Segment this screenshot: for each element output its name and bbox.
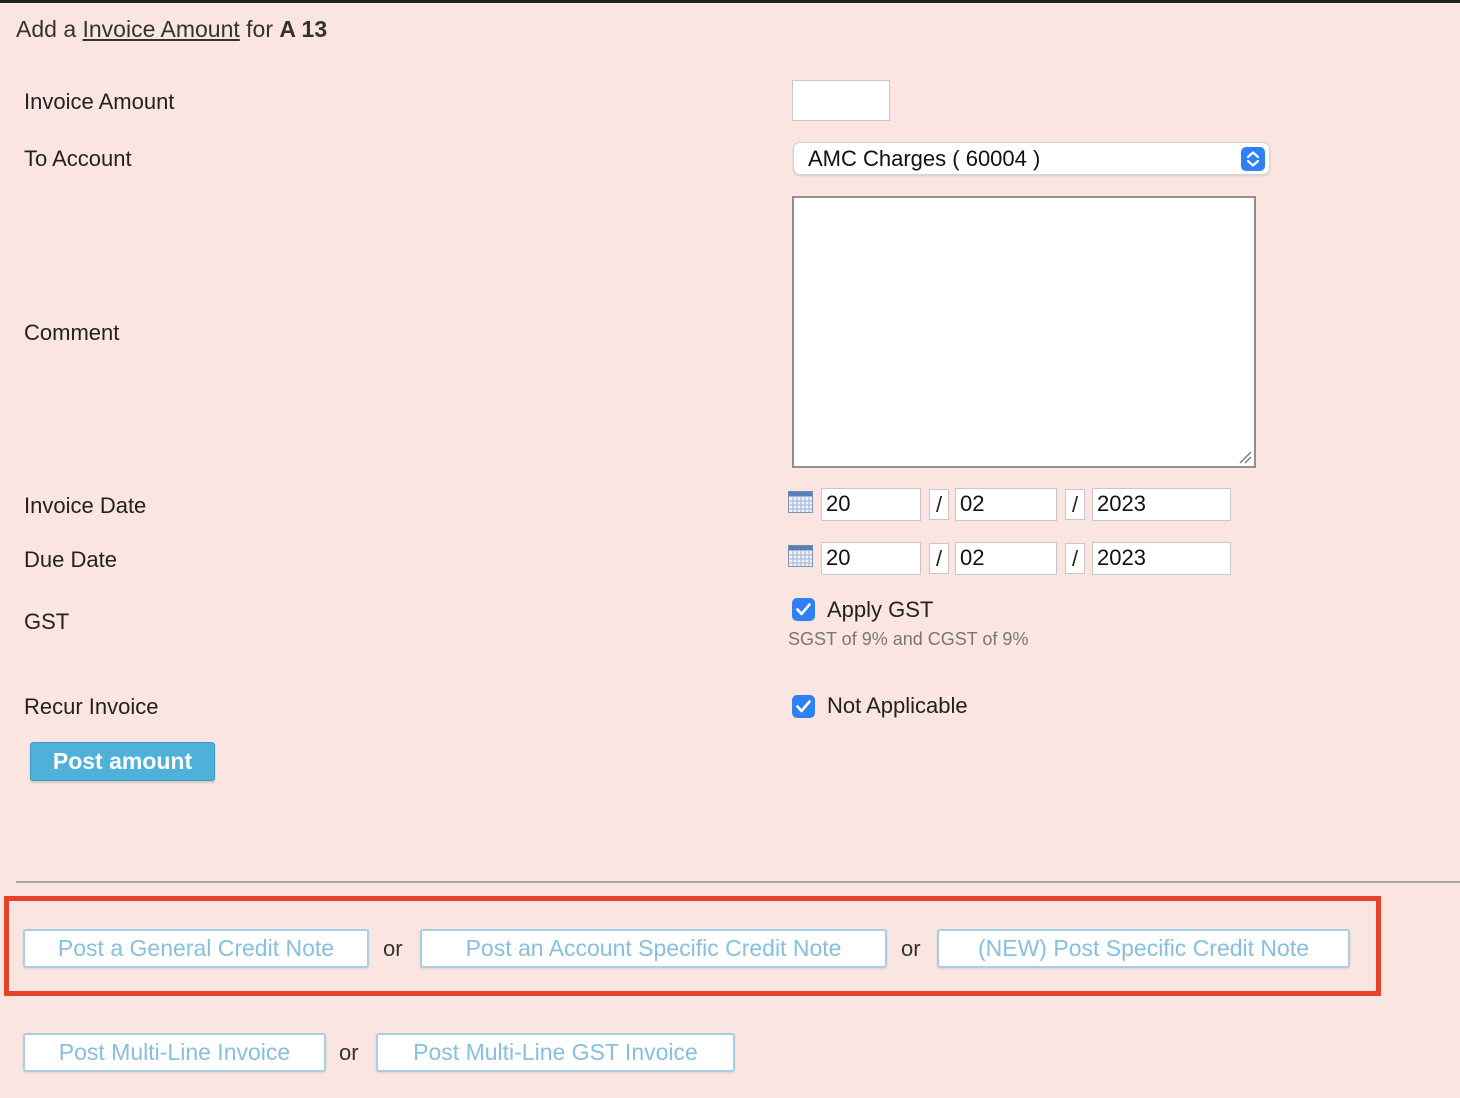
post-multi-line-invoice-button[interactable]: Post Multi-Line Invoice bbox=[23, 1033, 326, 1072]
recur-invoice-label: Recur Invoice bbox=[24, 694, 159, 719]
checkmark-icon bbox=[796, 700, 811, 713]
invoice-amount-input[interactable] bbox=[792, 80, 890, 121]
post-account-specific-credit-note-button[interactable]: Post an Account Specific Credit Note bbox=[420, 929, 887, 968]
invoice-amount-label: Invoice Amount bbox=[24, 89, 175, 114]
heading-link[interactable]: Invoice Amount bbox=[83, 16, 240, 42]
heading-entity: A 13 bbox=[279, 16, 328, 42]
apply-gst-checkbox[interactable] bbox=[792, 598, 815, 621]
resize-grip-icon[interactable] bbox=[1238, 450, 1252, 464]
recur-not-applicable-checkbox[interactable] bbox=[792, 695, 815, 718]
invoice-date-year-input[interactable]: 2023 bbox=[1092, 488, 1231, 521]
or-separator: or bbox=[901, 936, 921, 961]
due-date-label: Due Date bbox=[24, 547, 117, 572]
or-separator: or bbox=[339, 1040, 359, 1065]
to-account-selected: AMC Charges ( 60004 ) bbox=[808, 146, 1041, 171]
due-date-year-input[interactable]: 2023 bbox=[1092, 542, 1231, 575]
heading-prefix: Add a bbox=[16, 16, 77, 42]
heading-middle: for bbox=[246, 16, 273, 42]
due-date-month-input[interactable]: 02 bbox=[955, 542, 1057, 575]
to-account-label: To Account bbox=[24, 146, 132, 171]
gst-note: SGST of 9% and CGST of 9% bbox=[788, 629, 1029, 649]
page-heading: Add a Invoice Amount for A 13 bbox=[16, 16, 327, 43]
due-date-separator: / bbox=[1065, 543, 1085, 574]
select-chevron-icon bbox=[1241, 147, 1265, 171]
or-separator: or bbox=[383, 936, 403, 961]
post-amount-button[interactable]: Post amount bbox=[30, 742, 215, 781]
apply-gst-label[interactable]: Apply GST bbox=[827, 597, 933, 623]
due-date-day-input[interactable]: 20 bbox=[821, 542, 921, 575]
calendar-icon[interactable] bbox=[788, 491, 813, 513]
comment-label: Comment bbox=[24, 320, 120, 345]
gst-label: GST bbox=[24, 609, 70, 634]
comment-textarea[interactable] bbox=[792, 196, 1256, 468]
to-account-select[interactable]: AMC Charges ( 60004 ) bbox=[793, 142, 1270, 175]
recur-not-applicable-label[interactable]: Not Applicable bbox=[827, 693, 968, 719]
checkmark-icon bbox=[796, 603, 811, 616]
invoice-date-separator: / bbox=[929, 489, 949, 520]
due-date-separator: / bbox=[929, 543, 949, 574]
invoice-date-label: Invoice Date bbox=[24, 493, 147, 518]
post-multi-line-gst-invoice-button[interactable]: Post Multi-Line GST Invoice bbox=[376, 1033, 735, 1072]
invoice-date-day-input[interactable]: 20 bbox=[821, 488, 921, 521]
post-general-credit-note-button[interactable]: Post a General Credit Note bbox=[23, 929, 369, 968]
post-specific-credit-note-button[interactable]: (NEW) Post Specific Credit Note bbox=[937, 929, 1350, 968]
top-border bbox=[0, 0, 1460, 3]
calendar-icon[interactable] bbox=[788, 545, 813, 567]
invoice-date-month-input[interactable]: 02 bbox=[955, 488, 1057, 521]
invoice-date-separator: / bbox=[1065, 489, 1085, 520]
section-divider bbox=[16, 881, 1460, 883]
